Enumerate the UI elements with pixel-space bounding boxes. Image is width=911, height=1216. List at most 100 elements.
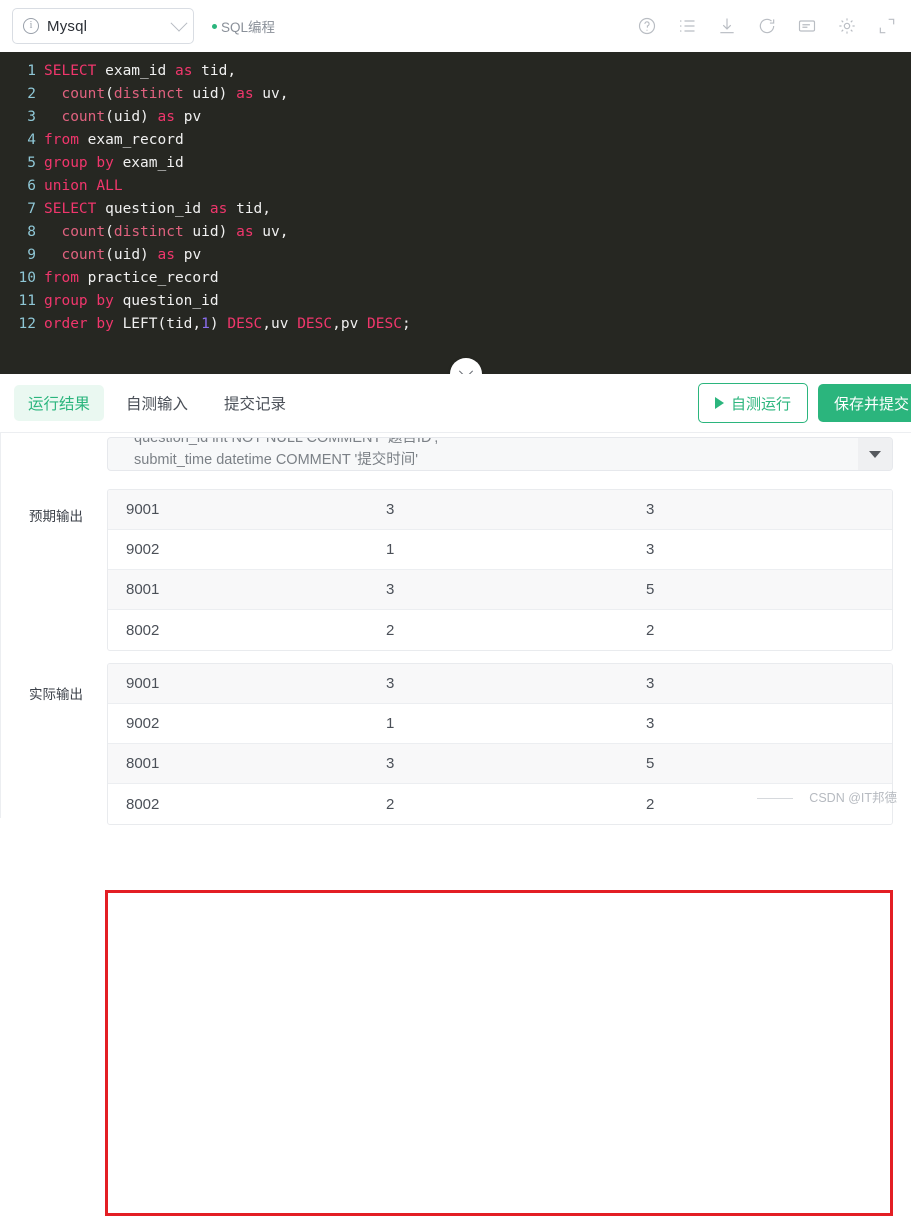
- code-token: uid): [113, 247, 158, 263]
- line-number: 8: [27, 224, 36, 240]
- code-token: count: [61, 86, 106, 102]
- code-token: (: [105, 109, 114, 125]
- code-token: uid): [113, 109, 158, 125]
- table-cell: 1: [386, 715, 395, 732]
- table-cell: 9001: [126, 501, 160, 518]
- tab-self-test-input[interactable]: 自测输入: [112, 385, 202, 421]
- schema-expand-button[interactable]: [858, 438, 892, 470]
- code-line: 1 SELECT exam_id as tid,: [0, 60, 911, 83]
- code-token: distinct: [113, 86, 184, 102]
- table-cell: 3: [646, 715, 655, 732]
- code-token: count: [61, 224, 106, 240]
- code-token: tid,: [192, 63, 237, 79]
- table-cell: 3: [386, 755, 395, 772]
- database-select[interactable]: i Mysql: [12, 8, 194, 44]
- sql-code-editor[interactable]: 1 SELECT exam_id as tid, 2 count(distinct …: [0, 52, 911, 374]
- code-token: SELECT: [44, 63, 97, 79]
- code-token: order by: [44, 316, 114, 332]
- code-token: DESC: [227, 316, 263, 332]
- code-line: 3 count(uid) as pv: [0, 106, 911, 129]
- table-row: 9002 1 3: [108, 530, 892, 570]
- table-row: 8001 3 5: [108, 744, 892, 784]
- line-number: 12: [18, 316, 36, 332]
- code-token: SELECT: [44, 201, 97, 217]
- code-line: 11 group by question_id: [0, 290, 911, 313]
- line-number: 11: [18, 293, 36, 309]
- table-cell: 8002: [126, 795, 160, 813]
- highlight-rectangle: [105, 890, 893, 1216]
- table-cell: 8001: [126, 581, 160, 598]
- play-icon: [714, 397, 724, 409]
- table-cell: 3: [386, 581, 395, 598]
- code-body[interactable]: 1 SELECT exam_id as tid, 2 count(distinct …: [0, 60, 911, 336]
- refresh-icon[interactable]: [757, 16, 777, 36]
- code-line: 9 count(uid) as pv: [0, 244, 911, 267]
- table-cell: 9002: [126, 541, 160, 558]
- code-line: 4 from exam_record: [0, 129, 911, 152]
- chevron-down-icon: [170, 14, 188, 32]
- table-cell: 8002: [126, 621, 160, 639]
- table-cell: 5: [646, 581, 655, 598]
- top-toolbar: i Mysql SQL编程: [0, 0, 911, 52]
- code-token: pv: [174, 109, 202, 125]
- table-cell: 2: [386, 795, 395, 813]
- save-and-submit-button[interactable]: 保存并提交: [817, 384, 911, 422]
- code-token: union ALL: [44, 178, 123, 194]
- code-token: as: [157, 247, 175, 263]
- table-cell: 3: [386, 501, 395, 518]
- code-line: 7 SELECT question_id as tid,: [0, 198, 911, 221]
- save-and-submit-label: 保存并提交: [833, 395, 909, 413]
- code-token: as: [236, 86, 254, 102]
- code-token: DESC: [297, 316, 333, 332]
- download-icon[interactable]: [717, 16, 737, 36]
- table-cell: 9001: [126, 675, 160, 692]
- code-token: ,pv: [332, 316, 368, 332]
- actual-output-table: 9001 3 3 9002 1 3 8001 3 5 8002 2 2: [107, 663, 893, 825]
- code-token: (: [105, 247, 114, 263]
- code-token: as: [236, 224, 254, 240]
- line-number: 6: [27, 178, 36, 194]
- tab-submit-history[interactable]: 提交记录: [210, 385, 300, 421]
- list-icon[interactable]: [677, 16, 697, 36]
- code-token: uv,: [253, 86, 289, 102]
- code-token: uid): [183, 224, 237, 240]
- code-token: ;: [401, 316, 411, 332]
- code-token: tid,: [227, 201, 272, 217]
- code-token: question_id: [96, 201, 210, 217]
- results-tabbar: 运行结果 自测输入 提交记录 自测运行 保存并提交: [0, 374, 911, 432]
- line-number: 4: [27, 132, 36, 148]
- editor-toolbar: [637, 16, 897, 36]
- actual-output-label: 实际输出: [29, 687, 83, 702]
- table-cell: 3: [386, 675, 395, 692]
- table-cell: 3: [646, 541, 655, 558]
- help-icon[interactable]: [637, 16, 657, 36]
- schema-line-1: question_id int NOT NULL COMMENT '题目ID',: [134, 437, 439, 446]
- table-row: 9001 3 3: [108, 490, 892, 530]
- gear-icon[interactable]: [837, 16, 857, 36]
- line-number: 1: [27, 63, 36, 79]
- fullscreen-icon[interactable]: [877, 16, 897, 36]
- schema-line-2: submit_time datetime COMMENT '提交时间': [134, 452, 419, 468]
- code-token: group by: [44, 155, 114, 171]
- code-line: 2 count(distinct uid) as uv,: [0, 83, 911, 106]
- editor-collapse-button[interactable]: [450, 358, 482, 374]
- chevron-down-icon: [458, 364, 474, 374]
- self-test-run-button[interactable]: 自测运行: [697, 383, 808, 423]
- code-token: ): [209, 316, 228, 332]
- tab-run-result[interactable]: 运行结果: [14, 385, 105, 421]
- code-token: ,uv: [262, 316, 298, 332]
- watermark-rule: [757, 798, 793, 799]
- table-cell: 2: [386, 621, 395, 639]
- code-token: uid): [183, 86, 237, 102]
- table-cell: 9002: [126, 715, 160, 732]
- database-select-value: Mysql: [47, 17, 88, 35]
- code-token: as: [174, 63, 193, 79]
- note-icon[interactable]: [797, 16, 817, 36]
- schema-preview-box[interactable]: question_id int NOT NULL COMMENT '题目ID',…: [107, 437, 893, 471]
- expected-output-label: 预期输出: [29, 509, 83, 524]
- watermark: CSDN @IT邦德: [809, 791, 897, 805]
